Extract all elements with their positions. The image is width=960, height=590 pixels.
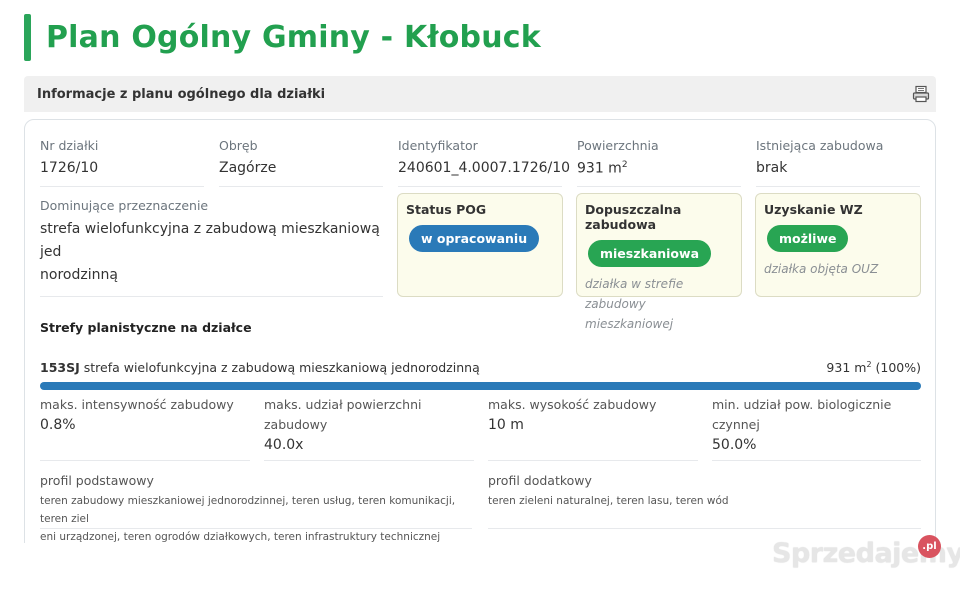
wz-box: Uzyskanie WZ możliwe działka objęta OUZ: [755, 193, 921, 297]
area-value: 931 m2: [577, 160, 659, 177]
status-pog-badge: w opracowaniu: [409, 225, 540, 252]
parcel-number-label: Nr działki: [40, 138, 99, 153]
divider: [398, 186, 562, 187]
existing-buildings-label: Istniejąca zabudowa: [756, 138, 884, 153]
max-coverage-label: maks. udział powierzchni zabudowy: [264, 397, 422, 432]
max-intensity-label: maks. intensywność zabudowy: [40, 397, 234, 412]
identifier-field: Identyfikator 240601_4.0007.1726/10: [398, 138, 570, 176]
area-unit-sup: 2: [621, 160, 628, 170]
divider: [40, 460, 250, 461]
section-header-title: Informacje z planu ogólnego dla działki: [37, 86, 326, 102]
dominant-purpose-label: Dominujące przeznaczenie: [40, 198, 209, 213]
wz-badge: możliwe: [767, 225, 849, 252]
additional-profile-label: profil dodatkowy: [488, 473, 592, 488]
max-coverage-value: 40.0x: [264, 437, 304, 453]
basic-profile-label: profil podstawowy: [40, 473, 154, 488]
zone-name: strefa wielofunkcyjna z zabudową mieszka…: [83, 360, 480, 375]
min-biologically-active-value: 50.0%: [712, 437, 757, 453]
zone-area-percent: (100%): [871, 360, 922, 376]
min-biologically-active-label: min. udział pow. biologicznie czynnej: [712, 395, 922, 435]
dominant-purpose-line: strefa wielofunkcyjna z zabudową mieszka…: [40, 221, 380, 260]
obreb-field: Obręb Zagórze: [219, 138, 276, 176]
max-height-field: maks. wysokość zabudowy 10 m: [488, 395, 698, 433]
section-header: Informacje z planu ogólnego dla działki: [24, 76, 936, 112]
basic-profile-field: profil podstawowy teren zabudowy mieszka…: [40, 473, 475, 546]
min-biologically-active-field: min. udział pow. biologicznie czynnej 50…: [712, 395, 922, 453]
parcel-info-card: Nr działki 1726/10 Obręb Zagórze Identyf…: [24, 119, 936, 559]
wz-title: Uzyskanie WZ: [764, 202, 863, 217]
watermark-badge: .pl: [918, 535, 941, 558]
parcel-number-value: 1726/10: [40, 160, 99, 176]
area-field: Powierzchnia 931 m2: [577, 138, 659, 177]
allowed-development-box: Dopuszczalna zabudowa mieszkaniowa dział…: [576, 193, 742, 331]
divider: [40, 528, 472, 529]
area-number: 931 m: [577, 160, 622, 177]
page-title: Plan Ogólny Gminy - Kłobuck: [46, 20, 541, 55]
dominant-purpose-field: Dominujące przeznaczenie strefa wielofun…: [40, 198, 385, 287]
max-height-value: 10 m: [488, 417, 524, 433]
status-pog-box: Status POG w opracowaniu: [397, 193, 563, 297]
identifier-label: Identyfikator: [398, 138, 478, 153]
divider: [40, 296, 383, 297]
zone-area: 931 m2 (100%): [826, 360, 921, 375]
printer-icon[interactable]: [912, 85, 930, 103]
allowed-development-note: działka w strefie zabudowy mieszkaniowej: [585, 274, 733, 334]
parcel-number-field: Nr działki 1726/10: [40, 138, 98, 176]
zone-area-value: 931 m: [826, 360, 867, 376]
max-intensity-value: 0.8%: [40, 417, 76, 433]
wz-note: działka objęta OUZ: [764, 262, 879, 276]
additional-profile-field: profil dodatkowy teren zieleni naturalne…: [488, 473, 921, 510]
divider: [219, 186, 383, 187]
divider: [488, 528, 921, 529]
profile-line: teren zabudowy mieszkaniowej jednorodzin…: [40, 495, 456, 525]
zone-code: 153SJ: [40, 360, 80, 375]
title-accent-bar: [24, 14, 31, 61]
zone-share-bar: [40, 382, 921, 390]
existing-buildings-field: Istniejąca zabudowa brak: [756, 138, 883, 176]
existing-buildings-value: brak: [756, 160, 788, 176]
max-coverage-field: maks. udział powierzchni zabudowy 40.0x: [264, 395, 474, 453]
note-line: zabudowy mieszkaniowej: [585, 297, 674, 331]
page-header: Plan Ogólny Gminy - Kłobuck: [24, 14, 541, 61]
divider: [577, 186, 741, 187]
allowed-development-title: Dopuszczalna zabudowa: [585, 202, 682, 232]
divider: [756, 186, 920, 187]
basic-profile-value: teren zabudowy mieszkaniowej jednorodzin…: [40, 492, 475, 546]
label-line: czynnej: [712, 417, 760, 432]
label-line: min. udział pow. biologicznie: [712, 397, 892, 412]
divider: [712, 460, 921, 461]
max-intensity-field: maks. intensywność zabudowy 0.8%: [40, 395, 250, 433]
dominant-purpose-line: norodzinną: [40, 267, 118, 283]
dominant-purpose-value: strefa wielofunkcyjna z zabudową mieszka…: [40, 218, 385, 287]
obreb-label: Obręb: [219, 138, 258, 153]
max-height-label: maks. wysokość zabudowy: [488, 397, 657, 412]
divider: [264, 460, 474, 461]
zone-row: 153SJ strefa wielofunkcyjna z zabudową m…: [40, 360, 921, 375]
note-line: działka w strefie: [585, 277, 684, 291]
divider: [40, 186, 204, 187]
allowed-development-badge: mieszkaniowa: [588, 240, 712, 267]
status-pog-title: Status POG: [406, 202, 487, 217]
obreb-value: Zagórze: [219, 160, 277, 176]
additional-profile-value: teren zieleni naturalnej, teren lasu, te…: [488, 495, 729, 507]
area-label: Powierzchnia: [577, 138, 659, 153]
zones-title: Strefy planistyczne na działce: [40, 320, 252, 335]
identifier-value: 240601_4.0007.1726/10: [398, 160, 571, 176]
divider: [488, 460, 698, 461]
